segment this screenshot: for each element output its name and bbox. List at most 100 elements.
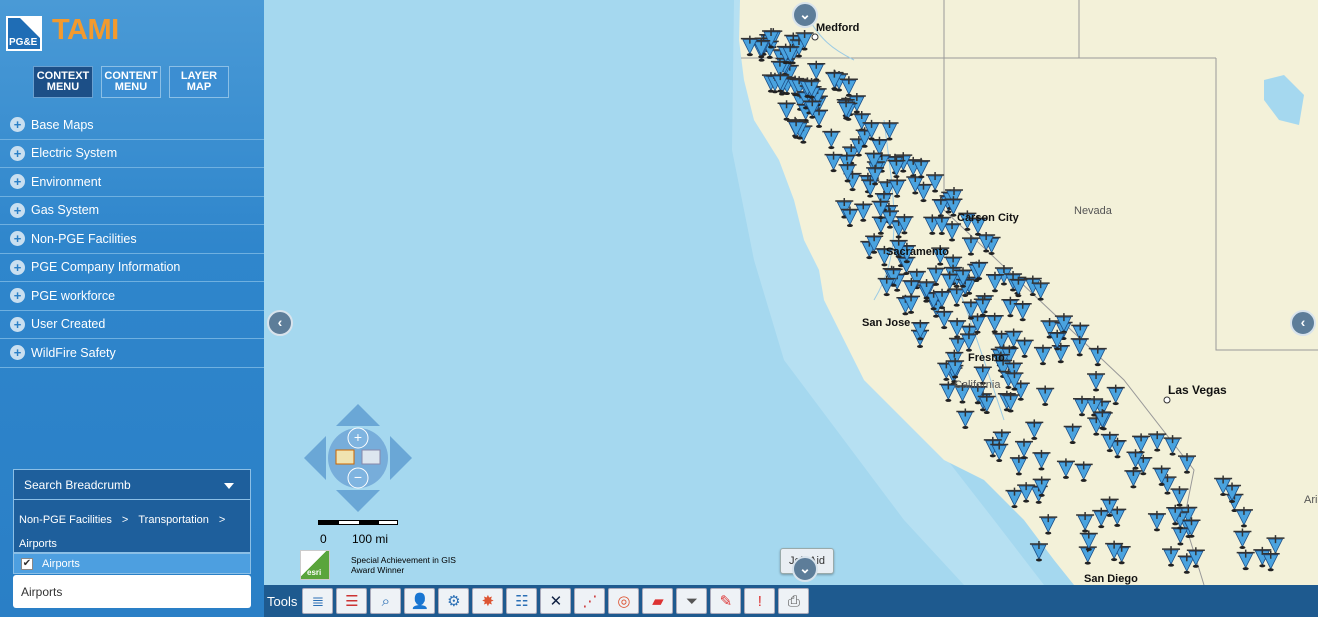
expand-icon[interactable]: + [10,174,25,190]
collapse-top-icon[interactable]: ⌄ [792,2,818,28]
layer-map-button[interactable]: LAYER MAP [169,66,229,98]
airport-marker-icon[interactable] [807,60,826,82]
airport-marker-icon[interactable] [1162,546,1181,567]
airport-marker-icon[interactable] [822,128,841,150]
airport-marker-icon[interactable] [1032,449,1051,471]
draw-tool-icon[interactable]: ⋰ [574,588,606,614]
airport-marker-icon[interactable] [1234,506,1253,528]
breadcrumb-item[interactable]: Transportation [138,514,209,526]
airport-marker-icon[interactable] [1005,487,1024,509]
expand-icon[interactable]: + [10,202,25,218]
airport-marker-icon[interactable] [935,308,954,330]
airport-marker-icon[interactable] [1039,514,1058,535]
collapse-left-icon[interactable]: ‹ [267,310,293,336]
legend-tool-icon[interactable]: ☰ [336,588,368,614]
layer-item-user-created[interactable]: + User Created [0,311,264,339]
context-menu-button[interactable]: CONTEXT MENU [33,66,93,98]
airport-marker-icon[interactable] [1025,419,1044,440]
airport-marker-icon[interactable] [1014,438,1033,460]
airport-marker-icon[interactable] [1070,335,1089,357]
layer-item-electric-system[interactable]: + Electric System [0,140,264,168]
airport-marker-icon[interactable] [854,201,873,222]
pan-zoom-control[interactable]: + − [304,404,412,512]
breadcrumb-item[interactable]: Airports [19,538,57,550]
airport-marker-icon[interactable] [1087,370,1106,392]
collapse-bottom-icon[interactable]: ⌄ [792,556,818,582]
airport-marker-icon[interactable] [1013,300,1032,322]
caret-down-icon[interactable] [224,483,234,489]
airport-marker-icon[interactable] [961,235,980,256]
airport-marker-icon[interactable] [1124,467,1143,489]
breadcrumb-header[interactable]: Search Breadcrumb [14,470,250,500]
airport-marker-icon[interactable] [1051,342,1070,364]
heatmap-tool-icon[interactable]: ✸ [472,588,504,614]
search-result-item[interactable]: Airports [13,575,251,608]
expand-icon[interactable]: + [10,316,25,332]
airport-marker-icon[interactable] [839,76,858,97]
network-tool-icon[interactable]: ⚙ [438,588,470,614]
airport-marker-icon[interactable] [1236,549,1255,571]
expand-icon[interactable]: + [10,259,25,275]
alert-tool-icon[interactable]: ! [744,588,776,614]
airport-marker-icon[interactable] [1233,528,1252,550]
breadcrumb-item[interactable]: Non-PGE Facilities [19,514,112,526]
airport-marker-icon[interactable] [1148,431,1167,452]
expand-icon[interactable]: + [10,231,25,247]
checkbox[interactable]: ✔ [21,557,33,570]
expand-icon[interactable]: + [10,345,25,361]
pan-up-icon[interactable] [336,404,380,426]
airport-marker-icon[interactable] [1074,461,1093,482]
buffer-tool-icon[interactable]: ◎ [608,588,640,614]
content-menu-button[interactable]: CONTENT MENU [101,66,161,98]
airport-marker-icon[interactable] [1163,435,1182,456]
airport-marker-icon[interactable] [777,100,796,121]
airport-marker-icon[interactable] [1170,486,1189,507]
esri-logo: esri [300,550,330,580]
expand-icon[interactable]: + [10,288,25,304]
airport-marker-icon[interactable] [1063,423,1082,445]
layer-item-base-maps[interactable]: + Base Maps [0,111,264,140]
layer-item-gas-system[interactable]: + Gas System [0,197,264,225]
airport-marker-icon[interactable] [956,408,975,429]
selection-tool-icon[interactable]: ▰ [642,588,674,614]
zoom-extent-icon[interactable] [361,449,381,465]
airport-marker-icon[interactable] [1056,458,1075,479]
airport-marker-icon[interactable] [1033,344,1052,366]
layer-item-pge-company-information[interactable]: + PGE Company Information [0,254,264,282]
layer-item-non-pge-facilities[interactable]: + Non-PGE Facilities [0,225,264,254]
airport-marker-icon[interactable] [880,120,899,141]
airport-marker-icon[interactable] [1036,385,1055,406]
collapse-right-icon[interactable]: ‹ [1290,310,1316,336]
airport-marker-icon[interactable] [1029,540,1048,562]
database-tool-icon[interactable]: ☷ [506,588,538,614]
breadcrumb-separator: > [121,514,129,526]
pan-left-icon[interactable] [304,436,326,480]
expand-icon[interactable]: + [10,117,25,133]
markup-tool-icon[interactable]: ✎ [710,588,742,614]
airport-marker-icon[interactable] [985,271,1004,293]
airport-marker-icon[interactable] [1177,453,1196,474]
airport-marker-icon[interactable] [1088,345,1107,367]
print-tool-icon[interactable]: ⎙ [778,588,810,614]
layers-tool-icon[interactable]: ≣ [302,588,334,614]
expand-icon[interactable]: + [10,145,25,161]
layer-item-pge-workforce[interactable]: + PGE workforce [0,282,264,311]
airport-marker-icon[interactable] [1147,510,1166,532]
airport-marker-icon[interactable] [985,312,1004,334]
airport-marker-icon[interactable] [1076,511,1095,533]
filter-tool-icon[interactable]: ⏷ [676,588,708,614]
map-canvas[interactable]: Medford Carson City Sacramento San Jose … [264,0,1318,585]
search-tool-icon[interactable]: ⌕ [370,588,402,614]
home-icon[interactable] [335,449,355,465]
city-label-san-jose: San Jose [862,317,911,329]
layer-item-wildfire-safety[interactable]: + WildFire Safety [0,339,264,368]
measure-tool-icon[interactable]: ✕ [540,588,572,614]
airport-marker-icon[interactable] [1266,535,1285,556]
airports-layer-toggle[interactable]: ✔ Airports [13,553,251,574]
airport-marker-icon[interactable] [824,151,843,173]
user-tool-icon[interactable]: 👤 [404,588,436,614]
layer-item-environment[interactable]: + Environment [0,168,264,197]
pan-down-icon[interactable] [336,490,380,512]
breadcrumb-separator: > [218,514,226,526]
pan-right-icon[interactable] [390,436,412,480]
